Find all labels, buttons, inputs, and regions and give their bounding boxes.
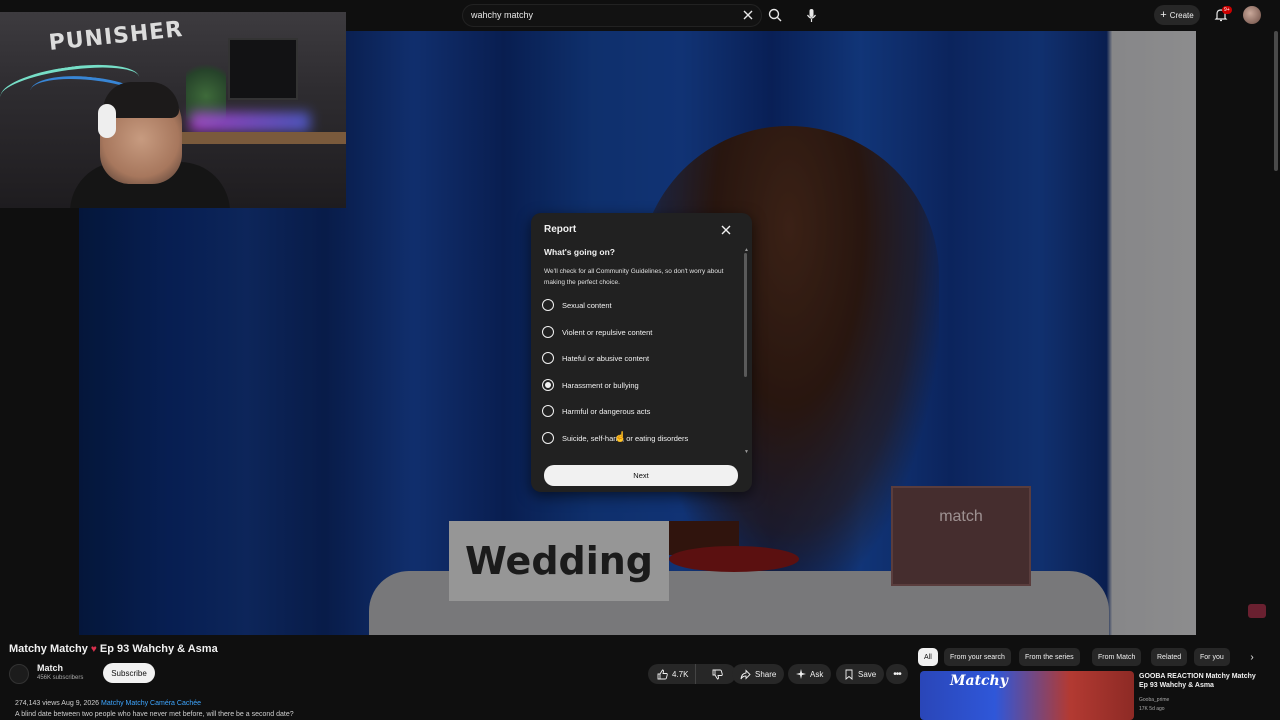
view-date: 274,143 views Aug 9, 2026	[15, 700, 100, 707]
create-button[interactable]: + Create	[1154, 5, 1200, 25]
like-count: 4.7K	[672, 669, 689, 679]
heart-icon: ♥	[90, 644, 97, 655]
webcam-desk-glow	[190, 112, 310, 132]
radio-button[interactable]	[542, 299, 554, 311]
video-title: Matchy Matchy ♥ Ep 93 Wahchy & Asma	[9, 643, 218, 655]
next-button[interactable]: Next	[544, 465, 738, 486]
thumbnail-text: Matchy	[950, 673, 1008, 689]
webcam-wall-logo: PUNISHER	[47, 17, 185, 56]
dialog-heading: What's going on?	[544, 247, 615, 257]
radio-button[interactable]	[542, 405, 554, 417]
dialog-title: Report	[544, 224, 577, 235]
video-title-main: Matchy Matchy	[9, 643, 88, 655]
description-meta: 274,143 views Aug 9, 2026 Matchy Matchy …	[15, 700, 201, 707]
search-input[interactable]: wahchy matchy	[471, 10, 533, 20]
report-option[interactable]: Harassment or bullying	[542, 377, 738, 393]
save-label: Save	[858, 669, 877, 679]
hand-cursor-icon: ☝	[614, 432, 627, 443]
report-option[interactable]: Harmful or dangerous acts	[542, 403, 738, 419]
dialog-scrollbar[interactable]	[744, 253, 747, 377]
chevron-right-icon[interactable]: ›	[1244, 648, 1260, 666]
like-dislike-group: 4.7K	[648, 664, 736, 684]
page-scrollbar[interactable]	[1274, 31, 1278, 171]
player-corner-icon	[1248, 604, 1266, 618]
report-option-label: Violent or repulsive content	[562, 327, 653, 337]
subscribe-button[interactable]: Subscribe	[103, 663, 155, 683]
filter-chip[interactable]: Related	[1151, 648, 1188, 666]
more-icon: •••	[893, 668, 901, 680]
save-icon	[845, 669, 853, 680]
report-option[interactable]: Violent or repulsive content	[542, 324, 738, 340]
plus-icon: +	[1160, 9, 1167, 21]
description-tags[interactable]: Matchy Matchy Caméra Cachée	[101, 700, 201, 707]
ask-button[interactable]: Ask	[788, 664, 832, 684]
report-option-label: Harassment or bullying	[562, 380, 639, 390]
recommendation-title[interactable]: GOOBA REACTION Matchy Matchy Ep 93 Wahch…	[1139, 672, 1264, 690]
dialog-subtext: We'll check for all Community Guidelines…	[544, 268, 724, 286]
ask-label: Ask	[810, 669, 824, 679]
share-icon	[740, 668, 751, 680]
webcam-monitor	[228, 38, 298, 100]
headphones-icon	[98, 104, 116, 138]
youtube-watch-page: wahchy matchy + Create 9+ Wedding match …	[0, 0, 1280, 720]
radio-button[interactable]	[542, 432, 554, 444]
webcam-desk	[170, 132, 346, 144]
scroll-down-arrow-icon[interactable]: ▼	[744, 449, 749, 455]
mic-icon[interactable]	[800, 4, 823, 27]
more-button[interactable]: •••	[886, 664, 908, 684]
webcam-overlay: PUNISHER	[0, 12, 346, 208]
share-button[interactable]: Share	[732, 664, 785, 684]
report-dialog: Report What's going on? We'll check for …	[531, 213, 752, 492]
search-icon[interactable]	[762, 4, 788, 27]
report-option-label: Sexual content	[562, 300, 612, 310]
avatar[interactable]	[1243, 6, 1261, 24]
dislike-icon	[713, 669, 724, 679]
video-title-suffix: Ep 93 Wahchy & Asma	[99, 643, 218, 655]
clear-icon[interactable]	[742, 8, 754, 22]
like-icon	[657, 669, 668, 679]
radio-button[interactable]	[542, 326, 554, 338]
recommendation-meta: 17K 5d ago	[1139, 706, 1165, 712]
filter-chip[interactable]: For you	[1194, 648, 1230, 666]
report-option[interactable]: Suicide, self-harm, or eating disorders	[542, 430, 738, 446]
channel-name[interactable]: Match	[37, 663, 63, 673]
recommendation-thumbnail[interactable]: Matchy	[920, 671, 1134, 720]
report-option-label: Harmful or dangerous acts	[562, 406, 651, 416]
like-button[interactable]: 4.7K	[648, 664, 696, 684]
sparkle-icon	[796, 669, 806, 679]
channel-avatar[interactable]	[9, 664, 29, 684]
radio-button[interactable]	[542, 379, 554, 391]
filter-chip[interactable]: From your search	[944, 648, 1011, 666]
share-label: Share	[755, 669, 777, 679]
report-option[interactable]: Sexual content	[542, 297, 738, 313]
close-icon[interactable]	[717, 221, 735, 239]
save-button[interactable]: Save	[836, 664, 885, 684]
filter-chip[interactable]: From the series	[1019, 648, 1080, 666]
channel-subscriber-count: 456K subscribers	[37, 675, 84, 681]
recommendation-channel[interactable]: Gooba_prime	[1139, 697, 1169, 703]
report-option-label: Hateful or abusive content	[562, 353, 650, 363]
report-option[interactable]: Hateful or abusive content	[542, 350, 738, 366]
description-text: A blind date between two people who have…	[15, 711, 294, 718]
dislike-button[interactable]	[700, 664, 736, 684]
notification-badge: 9+	[1222, 6, 1232, 14]
radio-button[interactable]	[542, 352, 554, 364]
create-label: Create	[1169, 10, 1194, 20]
filter-chip[interactable]: All	[918, 648, 938, 666]
filter-chip[interactable]: From Match	[1092, 648, 1142, 666]
